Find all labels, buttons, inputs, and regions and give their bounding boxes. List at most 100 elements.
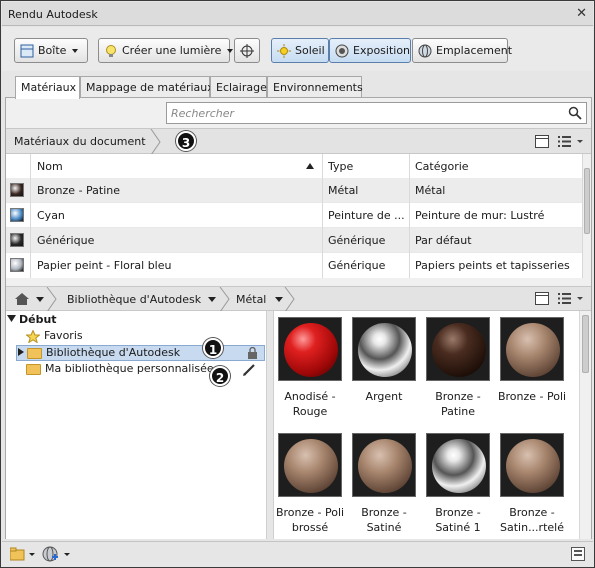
column-type-header[interactable]: Type	[328, 160, 353, 173]
tree-root[interactable]: Début	[6, 313, 57, 329]
row-type: Peinture de ...	[328, 209, 405, 222]
chevron-down-icon[interactable]	[36, 297, 44, 302]
chevron-down-icon[interactable]	[208, 297, 216, 302]
star-icon	[25, 328, 41, 344]
column-name-header[interactable]: Nom	[37, 160, 63, 173]
search-placeholder: Rechercher	[171, 107, 235, 120]
breadcrumb-separator-icon	[284, 287, 295, 312]
lock-icon	[247, 346, 258, 363]
sun-icon	[277, 43, 291, 58]
breadcrumb-separator-icon	[46, 287, 57, 312]
chevron-down-icon	[227, 48, 234, 53]
add-material-globe-icon[interactable]	[42, 546, 72, 565]
toolbar: Boîte Créer une lumière Soleil Expositio…	[2, 27, 593, 71]
table-row[interactable]: Générique Générique Par défaut	[6, 228, 582, 253]
library-nav-bar: Bibliothèque d'Autodesk Métal	[6, 286, 591, 312]
panel-options-icon[interactable]	[571, 547, 585, 564]
box-button[interactable]: Boîte	[14, 38, 88, 63]
column-category-header[interactable]: Catégorie	[415, 160, 469, 173]
callout-badge-3: 3	[176, 131, 196, 151]
my-library-label: Ma bibliothèque personnalisée	[45, 362, 214, 375]
tree-item-autodesk-library[interactable]: Bibliothèque d'Autodesk	[16, 345, 265, 361]
target-button[interactable]	[234, 38, 260, 63]
library-crumb-metal[interactable]: Métal	[236, 293, 266, 306]
create-light-button[interactable]: Créer une lumière	[98, 38, 234, 63]
swatch-scrollbar[interactable]	[579, 311, 591, 539]
row-category: Par défaut	[415, 234, 472, 247]
exposure-button[interactable]: Exposition	[329, 38, 411, 63]
library-tree: Début Favoris Bibliothèque d'Autodesk Ma…	[6, 311, 266, 539]
material-swatch-label: Anodisé - Rouge	[284, 390, 336, 418]
material-swatch-label: Bronze - Satin...rtelé	[500, 506, 564, 534]
close-icon[interactable]: ✕	[576, 6, 587, 21]
title-bar: Rendu Autodesk ✕	[2, 2, 593, 26]
view-toggle-icon[interactable]	[535, 135, 549, 151]
document-breadcrumb[interactable]: Matériaux du document	[14, 135, 146, 148]
material-swatch[interactable]	[278, 317, 342, 381]
material-swatch-label: Bronze - Poli	[497, 390, 567, 403]
material-swatch-label: Bronze - Poli brossé	[275, 506, 345, 534]
row-type: Générique	[328, 259, 386, 272]
callout-badge-2: 2	[210, 366, 230, 386]
tab-materials[interactable]: Matériaux	[15, 76, 80, 99]
material-sphere-preview	[506, 323, 560, 377]
search-input[interactable]: Rechercher	[166, 102, 587, 124]
material-thumbnail	[10, 258, 24, 272]
material-swatch[interactable]	[426, 317, 490, 381]
pencil-icon[interactable]	[242, 363, 256, 380]
row-type: Métal	[328, 184, 359, 197]
location-label: Emplacement	[436, 44, 513, 57]
tab-lighting[interactable]: Eclairage	[210, 76, 267, 98]
table-scrollbar-thumb[interactable]	[584, 168, 590, 234]
autodesk-library-label: Bibliothèque d'Autodesk	[46, 346, 181, 359]
list-view-icon[interactable]	[558, 292, 584, 308]
material-swatch[interactable]	[426, 433, 490, 497]
location-button[interactable]: Emplacement	[412, 38, 512, 63]
chevron-down-icon[interactable]	[275, 297, 283, 302]
library-crumb-autodesk[interactable]: Bibliothèque d'Autodesk	[67, 293, 201, 306]
material-swatch[interactable]	[500, 317, 564, 381]
table-row[interactable]: Bronze - Patine Métal Métal	[6, 178, 582, 203]
material-sphere-preview	[432, 439, 486, 493]
list-view-icon[interactable]	[558, 135, 584, 151]
search-icon[interactable]	[568, 106, 582, 123]
home-icon[interactable]	[14, 292, 30, 309]
row-category: Métal	[415, 184, 446, 197]
tree-item-favorites[interactable]: Favoris	[25, 328, 83, 345]
expand-arrow-icon[interactable]	[7, 315, 16, 323]
view-toggle-icon[interactable]	[535, 292, 549, 308]
material-sphere-preview	[506, 439, 560, 493]
material-swatch-label: Bronze - Patine	[435, 390, 481, 418]
material-sphere-preview	[284, 439, 338, 493]
table-scrollbar[interactable]	[582, 154, 591, 278]
document-breadcrumb-bar: Matériaux du document 3	[6, 128, 591, 155]
material-swatch[interactable]	[352, 433, 416, 497]
tree-item-my-library[interactable]: Ma bibliothèque personnalisée	[26, 362, 214, 378]
window-title: Rendu Autodesk	[8, 8, 98, 21]
document-materials-table: Nom Type Catégorie Bronze - Patine Métal…	[6, 154, 591, 278]
exposure-icon	[335, 44, 349, 58]
callout-badge-1: 1	[203, 338, 223, 358]
table-row[interactable]: Papier peint - Floral bleu Générique Pap…	[6, 253, 582, 278]
row-name: Cyan	[37, 209, 65, 222]
material-thumbnail	[10, 208, 24, 222]
sun-button[interactable]: Soleil	[271, 38, 329, 63]
breadcrumb-separator-icon	[219, 287, 230, 312]
swatch-scrollbar-thumb[interactable]	[582, 315, 589, 373]
material-swatch[interactable]	[352, 317, 416, 381]
crosshair-icon	[240, 43, 254, 58]
library-folder-icon[interactable]	[9, 547, 36, 564]
collapsed-arrow-icon[interactable]	[18, 348, 24, 356]
tab-environments[interactable]: Environnements	[267, 76, 363, 98]
create-light-label: Créer une lumière	[122, 44, 222, 57]
sun-label: Soleil	[295, 44, 325, 57]
tab-material-mapping[interactable]: Mappage de matériaux	[80, 76, 214, 98]
material-swatch[interactable]	[278, 433, 342, 497]
material-swatch[interactable]	[500, 433, 564, 497]
material-swatch-label: Bronze - Satiné 1	[435, 506, 481, 534]
material-sphere-preview	[358, 323, 412, 377]
table-row[interactable]: Cyan Peinture de ... Peinture de mur: Lu…	[6, 203, 582, 228]
globe-icon	[418, 44, 432, 58]
render-window: Rendu Autodesk ✕ Boîte Créer une lumière…	[0, 0, 595, 568]
row-category: Papiers peints et tapisseries	[415, 259, 570, 272]
